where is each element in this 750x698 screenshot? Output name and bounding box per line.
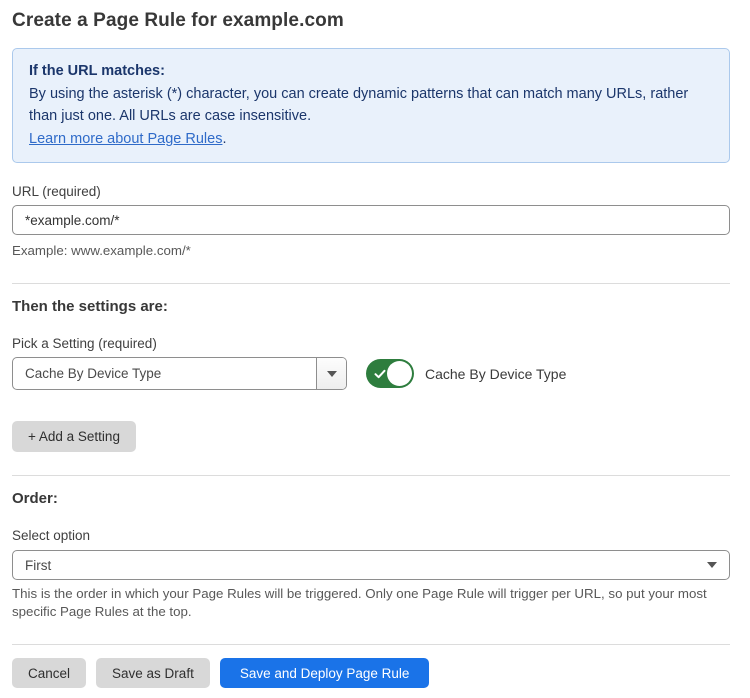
save-and-deploy-button[interactable]: Save and Deploy Page Rule [220, 658, 430, 688]
order-section-heading: Order: [12, 490, 730, 507]
dropdown-arrow-icon [707, 562, 717, 568]
order-helper-text: This is the order in which your Page Rul… [12, 585, 722, 621]
divider [12, 475, 730, 476]
save-as-draft-button[interactable]: Save as Draft [96, 658, 210, 688]
url-helper-text: Example: www.example.com/* [12, 242, 730, 260]
url-input[interactable] [12, 205, 730, 235]
cancel-button[interactable]: Cancel [12, 658, 86, 688]
setting-select-value: Cache By Device Type [13, 366, 316, 381]
setting-row: Cache By Device Type Cache By Device Typ… [12, 357, 730, 390]
cache-device-toggle-label: Cache By Device Type [425, 366, 566, 382]
settings-section-heading: Then the settings are: [12, 298, 730, 315]
footer-actions: Cancel Save as Draft Save and Deploy Pag… [12, 658, 730, 688]
link-period: . [222, 131, 226, 147]
url-match-info-box: If the URL matches: By using the asteris… [12, 48, 730, 163]
add-setting-button[interactable]: + Add a Setting [12, 421, 136, 452]
divider [12, 644, 730, 645]
cache-device-toggle[interactable] [366, 359, 414, 388]
page-title: Create a Page Rule for example.com [12, 10, 730, 32]
learn-more-link[interactable]: Learn more about Page Rules [29, 131, 222, 147]
info-box-body: By using the asterisk (*) character, you… [29, 83, 699, 127]
info-box-heading: If the URL matches: [29, 60, 713, 82]
setting-select-arrow-button[interactable] [316, 358, 346, 389]
order-select-value: First [13, 558, 707, 573]
toggle-knob [387, 361, 412, 386]
info-link-row: Learn more about Page Rules. [29, 128, 713, 150]
dropdown-arrow-icon [327, 371, 337, 377]
divider [12, 283, 730, 284]
check-icon [374, 368, 386, 380]
order-select-label: Select option [12, 528, 730, 543]
create-page-rule-form: Create a Page Rule for example.com If th… [0, 10, 750, 688]
url-label: URL (required) [12, 184, 730, 199]
pick-setting-label: Pick a Setting (required) [12, 336, 730, 351]
setting-select[interactable]: Cache By Device Type [12, 357, 347, 390]
order-select[interactable]: First [12, 550, 730, 580]
